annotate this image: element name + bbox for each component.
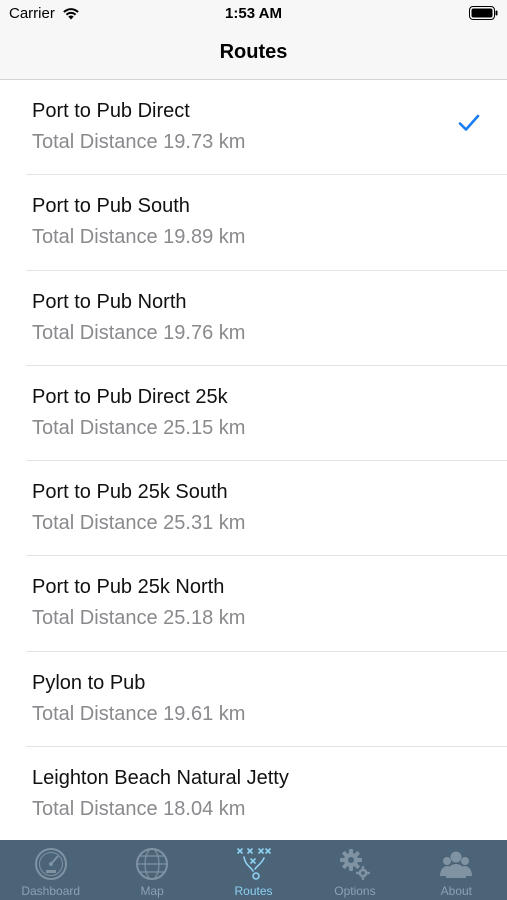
- route-name: Port to Pub Direct 25k: [32, 385, 228, 408]
- route-name: Port to Pub South: [32, 195, 190, 218]
- tab-label: Options: [334, 884, 376, 898]
- tab-label: Map: [140, 884, 164, 898]
- status-bar: Carrier 1:53 AM: [0, 0, 507, 28]
- route-distance: Total Distance 25.15 km: [32, 416, 246, 439]
- route-list[interactable]: Port to Pub Direct Total Distance 19.73 …: [0, 80, 507, 840]
- route-name: Port to Pub Direct: [32, 100, 190, 122]
- route-row[interactable]: Port to Pub Direct Total Distance 19.73 …: [0, 80, 507, 176]
- routes-play-icon: [236, 848, 271, 880]
- tab-label: Dashboard: [21, 884, 81, 898]
- tab-options[interactable]: Options: [304, 840, 405, 900]
- route-row[interactable]: Port to Pub 25k North Total Distance 25.…: [0, 556, 507, 653]
- gears-icon: [339, 849, 370, 880]
- navigation-bar: Routes: [0, 28, 507, 80]
- tab-dashboard[interactable]: Dashboard: [0, 840, 101, 900]
- page-title: Routes: [219, 41, 288, 63]
- route-distance: Total Distance 19.76 km: [32, 321, 246, 344]
- route-name: Port to Pub 25k South: [32, 481, 228, 504]
- tab-map[interactable]: Map: [101, 840, 202, 900]
- route-distance: Total Distance 25.18 km: [32, 607, 246, 630]
- route-row[interactable]: Port to Pub South Total Distance 19.89 k…: [0, 175, 507, 271]
- battery-icon: [469, 6, 498, 20]
- route-name: Port to Pub North: [32, 290, 187, 313]
- people-icon: [440, 851, 473, 878]
- tab-bar: Dashboard Map Routes Options About: [0, 840, 507, 900]
- checkmark-icon: [458, 114, 480, 131]
- globe-icon: [136, 848, 169, 880]
- route-name: Port to Pub 25k North: [32, 576, 225, 599]
- route-distance: Total Distance 19.61 km: [32, 702, 246, 725]
- tab-routes[interactable]: Routes: [203, 840, 304, 900]
- route-row[interactable]: Pylon to Pub Total Distance 19.61 km: [0, 652, 507, 748]
- route-name: Pylon to Pub: [32, 671, 146, 694]
- route-name: Leighton Beach Natural Jetty: [32, 767, 289, 790]
- route-distance: Total Distance 19.73 km: [32, 131, 246, 153]
- tab-about[interactable]: About: [406, 840, 507, 900]
- status-time: 1:53 AM: [225, 5, 282, 22]
- route-distance: Total Distance 18.04 km: [32, 798, 246, 821]
- route-row[interactable]: Port to Pub Direct 25k Total Distance 25…: [0, 366, 507, 462]
- route-row[interactable]: Leighton Beach Natural Jetty Total Dista…: [0, 747, 507, 840]
- route-distance: Total Distance 25.31 km: [32, 512, 246, 535]
- tab-label: Routes: [234, 884, 273, 898]
- route-distance: Total Distance 19.89 km: [32, 226, 246, 249]
- tab-label: About: [440, 884, 472, 898]
- speedometer-icon: [34, 848, 67, 880]
- route-row[interactable]: Port to Pub 25k South Total Distance 25.…: [0, 461, 507, 557]
- route-row[interactable]: Port to Pub North Total Distance 19.76 k…: [0, 271, 507, 367]
